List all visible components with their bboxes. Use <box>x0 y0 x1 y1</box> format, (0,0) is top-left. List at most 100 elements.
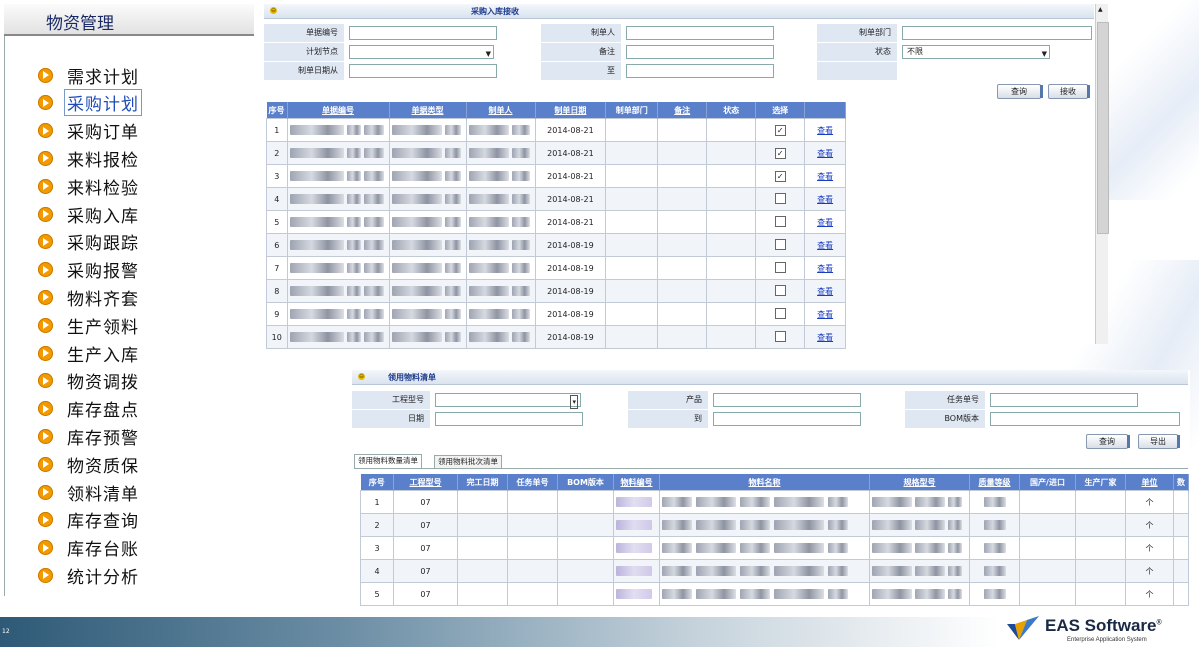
registered-mark: ® <box>1156 619 1162 627</box>
sidebar-item[interactable]: 库存台账 <box>38 536 139 560</box>
sidebar-item[interactable]: 库存预警 <box>38 424 139 449</box>
view-link[interactable]: 查看 <box>817 264 833 273</box>
sidebar-item[interactable]: 需求计划 <box>38 63 139 88</box>
redacted-cell <box>465 118 536 142</box>
view-link[interactable]: 查看 <box>817 172 833 181</box>
redacted-text <box>289 148 344 158</box>
column-header[interactable]: 制单日期 <box>535 102 607 119</box>
column-header[interactable]: 单据编号 <box>287 102 390 119</box>
sidebar-item[interactable]: 物资质保 <box>38 452 139 477</box>
project-select[interactable]: ▾ <box>435 393 581 409</box>
redacted-cell <box>465 279 536 303</box>
unit-cell: 个 <box>1125 513 1174 537</box>
row-checkbox[interactable] <box>774 238 786 250</box>
redacted-text <box>740 497 770 507</box>
redacted-cell <box>613 513 660 537</box>
doc-no-input[interactable] <box>349 26 497 40</box>
sidebar-item[interactable]: 库存盘点 <box>38 397 139 421</box>
date-input[interactable] <box>435 412 583 426</box>
view-link[interactable]: 查看 <box>817 310 833 319</box>
view-link[interactable]: 查看 <box>817 126 833 135</box>
task-input[interactable] <box>990 393 1138 407</box>
sidebar-item[interactable]: 统计分析 <box>38 563 139 588</box>
view-link[interactable]: 查看 <box>817 241 833 250</box>
row-checkbox[interactable] <box>774 192 786 204</box>
view-link[interactable]: 查看 <box>817 333 833 342</box>
query-button[interactable]: 查询 <box>997 84 1043 99</box>
date-to-input[interactable] <box>626 64 774 78</box>
row-checkbox[interactable] <box>774 307 786 319</box>
row-checkbox[interactable] <box>774 284 786 296</box>
creator-input[interactable] <box>626 26 774 40</box>
receipt-scrollbar[interactable]: ▲ <box>1095 4 1109 344</box>
table-row: 10 2014-08-19 查看 <box>266 325 846 349</box>
sidebar-item[interactable]: 来料检验 <box>38 174 139 199</box>
sidebar-item[interactable]: 生产领料 <box>38 313 139 338</box>
play-bullet-icon <box>38 123 53 139</box>
row-checkbox[interactable]: ✓ <box>774 124 786 136</box>
tab-quantity-list[interactable]: 领用物料数量清单 <box>354 454 422 469</box>
sidebar-item[interactable]: 领料清单 <box>38 480 139 505</box>
sidebar-item[interactable]: 库存查询 <box>38 508 139 532</box>
redacted-text <box>289 309 344 319</box>
sidebar-item[interactable]: 生产入库 <box>38 341 139 366</box>
dept-cell <box>605 233 659 257</box>
column-header[interactable]: 备注 <box>657 102 708 119</box>
row-checkbox[interactable] <box>774 261 786 273</box>
sidebar-item[interactable]: 物料齐套 <box>38 285 139 310</box>
column-header[interactable]: 单位 <box>1125 474 1174 491</box>
to-input[interactable] <box>713 412 861 426</box>
row-checkbox[interactable] <box>774 215 786 227</box>
column-header[interactable]: 工程型号 <box>393 474 458 491</box>
plan-node-select[interactable]: ▼ <box>349 45 494 59</box>
query-button[interactable]: 查询 <box>1086 434 1130 449</box>
play-bullet-icon <box>38 373 53 389</box>
view-link[interactable]: 查看 <box>817 287 833 296</box>
column-header[interactable]: 物料编号 <box>613 474 660 491</box>
redacted-text <box>511 217 530 227</box>
play-bullet-icon <box>38 206 53 222</box>
sidebar-item[interactable]: 物资调拨 <box>38 369 139 393</box>
redacted-text <box>363 125 384 135</box>
redacted-cell <box>969 582 1020 606</box>
row-checkbox[interactable] <box>774 330 786 342</box>
view-link[interactable]: 查看 <box>817 218 833 227</box>
product-input[interactable] <box>713 393 861 407</box>
redacted-cell <box>465 164 536 188</box>
row-checkbox[interactable]: ✓ <box>774 170 786 182</box>
empty-cell <box>557 559 614 583</box>
column-header[interactable]: 质量等级 <box>969 474 1020 491</box>
remark-cell <box>657 164 708 188</box>
column-header[interactable]: 制单人 <box>466 102 536 119</box>
column-header[interactable]: 规格型号 <box>869 474 970 491</box>
empty-cell <box>457 513 508 537</box>
sidebar-item[interactable]: 采购入库 <box>38 202 139 227</box>
sidebar-item[interactable]: 采购计划 <box>38 89 142 117</box>
remark-cell <box>657 325 708 349</box>
eas-logo: EAS Software® Enterprise Application Sys… <box>1005 612 1195 647</box>
empty-cell <box>507 559 558 583</box>
remark-input[interactable] <box>626 45 774 59</box>
receipt-title: 采购入库接收 <box>471 7 519 16</box>
sidebar-item[interactable]: 采购订单 <box>38 119 139 143</box>
bom-input[interactable] <box>990 412 1180 426</box>
view-link[interactable]: 查看 <box>817 149 833 158</box>
sidebar-item[interactable]: 来料报检 <box>38 146 139 171</box>
table-row: 5 07 个 <box>360 582 1189 606</box>
export-button[interactable]: 导出 <box>1138 434 1180 449</box>
redacted-cell <box>388 164 467 188</box>
redacted-text <box>774 543 824 553</box>
row-number: 3 <box>360 536 394 560</box>
sidebar-item[interactable]: 采购报警 <box>38 258 139 282</box>
dept-input[interactable] <box>902 26 1092 40</box>
redacted-text <box>468 332 509 342</box>
column-header[interactable]: 单据类型 <box>389 102 467 119</box>
view-link[interactable]: 查看 <box>817 195 833 204</box>
row-checkbox[interactable]: ✓ <box>774 147 786 159</box>
date-from-input[interactable] <box>349 64 497 78</box>
sidebar-item[interactable]: 采购跟踪 <box>38 230 139 254</box>
tab-batch-list[interactable]: 领用物料批次清单 <box>434 455 502 469</box>
status-select[interactable]: 不限 ▼ <box>902 45 1050 59</box>
receive-button[interactable]: 接收 <box>1048 84 1090 99</box>
column-header[interactable]: 物料名称 <box>659 474 870 491</box>
